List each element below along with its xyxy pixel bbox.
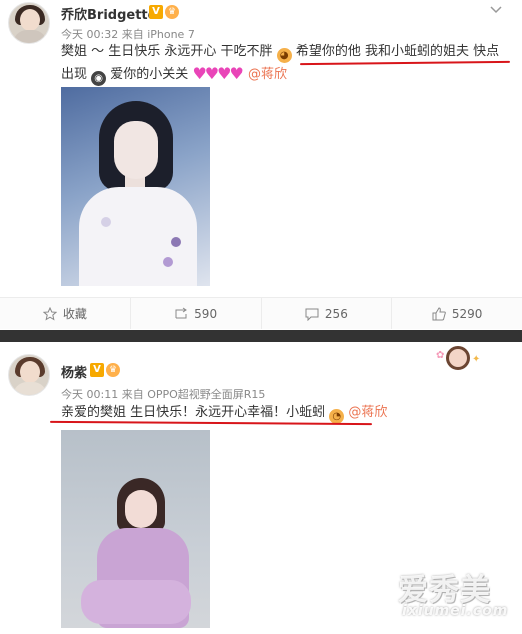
verified-badge: V bbox=[149, 5, 163, 19]
post-divider bbox=[0, 330, 522, 342]
surprised-emoji-icon: ◔ bbox=[329, 409, 345, 424]
watermark-url: ixiumei.com bbox=[402, 603, 509, 619]
repost-icon bbox=[175, 307, 188, 318]
like-count: 5290 bbox=[451, 306, 483, 321]
favorite-button[interactable]: 收藏 bbox=[0, 298, 131, 329]
crown-icon: ♛ bbox=[106, 363, 120, 377]
post-text: 爱你的小关关 bbox=[110, 67, 189, 82]
favorite-label: 收藏 bbox=[62, 307, 87, 321]
post-text: 樊姐 ～ 生日快乐 永远开心 干吃不胖 bbox=[61, 44, 273, 59]
mention-link[interactable]: @蒋欣 bbox=[348, 405, 387, 420]
comment-icon bbox=[305, 308, 319, 321]
post-text: 出现 bbox=[61, 67, 88, 82]
post-meta: 今天 00:11 来自 OPPO超视野全面屏R15 bbox=[61, 388, 266, 401]
post-action-bar: 收藏 590 256 5290 bbox=[0, 297, 522, 329]
weibo-post: 乔欣Bridgette V ♛ 今天 00:32 来自 iPhone 7 樊姐 … bbox=[0, 0, 522, 330]
crown-icon: ♛ bbox=[165, 5, 179, 19]
post-photo[interactable] bbox=[61, 87, 210, 286]
post-text: 亲爱的樊姐 生日快乐！永远开心幸福！小蚯蚓 bbox=[61, 405, 326, 420]
avatar[interactable] bbox=[8, 354, 50, 396]
star-icon bbox=[42, 306, 57, 321]
site-watermark: 爱秀美 ixiumei.com bbox=[398, 565, 518, 625]
mention-link[interactable]: @蒋欣 bbox=[248, 67, 287, 82]
post-text-highlight: 希望你的他 我和小蚯蚓的姐夫 快点 bbox=[295, 44, 500, 59]
post-text-line2: 出现 ◉ 爱你的小关关 ♥♥♥♥ @蒋欣 bbox=[61, 62, 521, 86]
laugh-emoji-icon: ◕ bbox=[276, 48, 292, 63]
thumbs-up-icon bbox=[432, 306, 446, 320]
repost-count: 590 bbox=[194, 306, 218, 321]
cool-emoji-icon: ◉ bbox=[91, 71, 107, 86]
comment-button[interactable]: 256 bbox=[262, 298, 393, 329]
username[interactable]: 杨紫 bbox=[61, 362, 87, 381]
heart-emoji-icon: ♥♥♥♥ bbox=[192, 64, 243, 83]
like-button[interactable]: 5290 bbox=[392, 298, 522, 329]
user-badges: V ♛ bbox=[90, 363, 120, 377]
comment-count: 256 bbox=[324, 306, 348, 321]
repost-button[interactable]: 590 bbox=[131, 298, 262, 329]
username[interactable]: 乔欣Bridgette bbox=[61, 4, 156, 23]
avatar-sticker: ✿ ✦ bbox=[436, 346, 482, 372]
avatar[interactable] bbox=[8, 2, 50, 44]
post-text-line1: 樊姐 ～ 生日快乐 永远开心 干吃不胖 ◕ 希望你的他 我和小蚯蚓的姐夫 快点 bbox=[61, 40, 521, 63]
chevron-down-icon[interactable] bbox=[490, 6, 502, 14]
user-badges: V ♛ bbox=[149, 5, 179, 19]
verified-badge: V bbox=[90, 363, 104, 377]
post-photo[interactable] bbox=[61, 430, 210, 628]
